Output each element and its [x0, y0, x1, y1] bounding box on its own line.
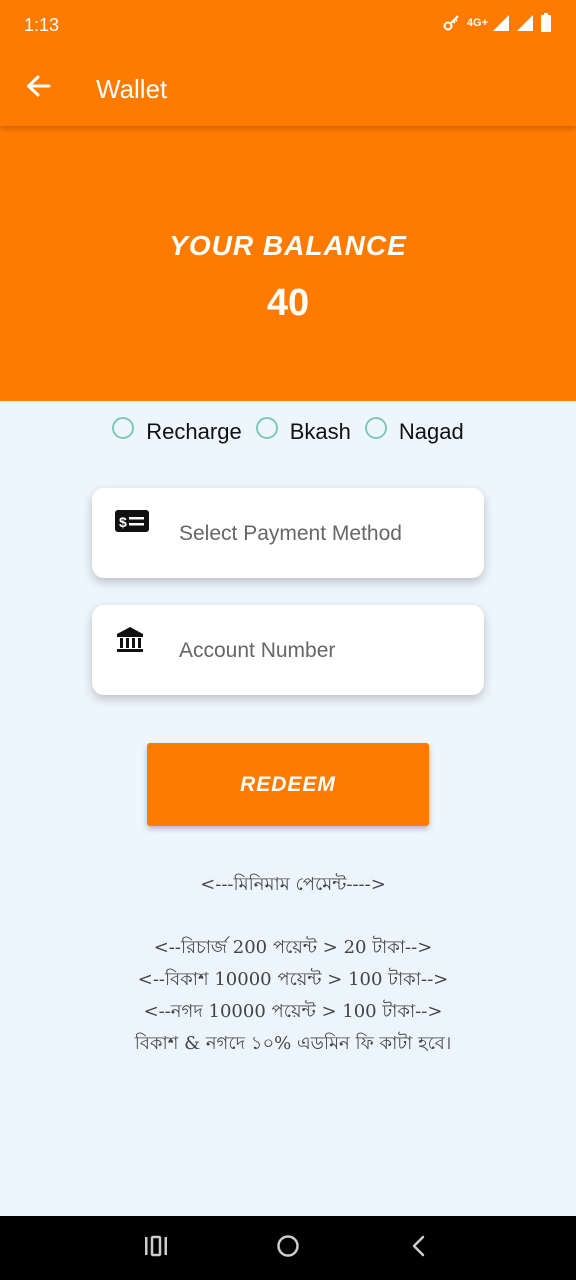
home-button[interactable]	[268, 1232, 308, 1264]
payment-method-field[interactable]: $ Select Payment Method	[92, 488, 484, 578]
radio-circle[interactable]	[112, 417, 135, 439]
balance-panel: YOUR BALANCE 40	[0, 126, 576, 401]
battery-icon	[540, 13, 552, 33]
recent-apps-button[interactable]	[136, 1232, 176, 1264]
page-title: Wallet	[96, 74, 168, 104]
info-line: বিকাশ & নগদে ১০% এডমিন ফি কাটা হবে।	[134, 1033, 452, 1054]
vpn-key-icon	[443, 14, 461, 32]
back-nav-button[interactable]	[398, 1232, 438, 1264]
app-bar: Wallet	[0, 50, 576, 126]
radio-recharge[interactable]: Recharge	[112, 417, 242, 445]
balance-label: YOUR BALANCE	[169, 230, 407, 261]
back-button[interactable]	[20, 70, 56, 106]
recent-apps-icon	[144, 1235, 168, 1262]
redeem-button[interactable]: REDEEM	[147, 743, 429, 826]
payment-option-group: Recharge Bkash Nagad	[0, 412, 576, 452]
radio-label: Bkash	[289, 419, 351, 444]
radio-label: Recharge	[146, 419, 242, 444]
status-bar: 1:13 4G+	[0, 0, 576, 50]
radio-label: Nagad	[398, 419, 464, 444]
status-icons: 4G+	[443, 13, 552, 33]
account-number-placeholder: Account Number	[179, 639, 336, 662]
arrow-left-icon	[25, 74, 51, 103]
system-nav-bar	[0, 1216, 576, 1280]
radio-circle[interactable]	[364, 417, 387, 439]
status-time: 1:13	[24, 15, 60, 35]
info-line: <--রিচার্জ 200 পয়েন্ট > 20 টাকা-->	[153, 937, 433, 958]
balance-value: 40	[266, 282, 310, 324]
signal-icon	[516, 14, 534, 32]
bank-icon	[114, 625, 146, 662]
signal-icon	[492, 14, 510, 32]
money-card-icon: $	[114, 508, 150, 541]
home-icon	[276, 1234, 300, 1263]
info-line: <--নগদ 10000 পয়েন্ট > 100 টাকা-->	[143, 1001, 443, 1022]
svg-text:$: $	[119, 514, 127, 530]
account-number-field[interactable]: Account Number	[92, 605, 484, 695]
chevron-left-icon	[410, 1234, 426, 1263]
radio-nagad[interactable]: Nagad	[364, 417, 464, 445]
radio-bkash[interactable]: Bkash	[255, 417, 351, 445]
minimum-payment-info: <---মিনিমাম পেমেন্ট----> <--রিচার্জ 200 …	[30, 850, 556, 1078]
info-heading: <---মিনিমাম পেমেন্ট---->	[200, 874, 386, 895]
network-label: 4G+	[466, 17, 488, 29]
radio-circle[interactable]	[255, 417, 278, 439]
payment-method-placeholder: Select Payment Method	[179, 522, 402, 545]
redeem-label: REDEEM	[240, 772, 336, 796]
info-line: <--বিকাশ 10000 পয়েন্ট > 100 টাকা-->	[137, 969, 449, 990]
